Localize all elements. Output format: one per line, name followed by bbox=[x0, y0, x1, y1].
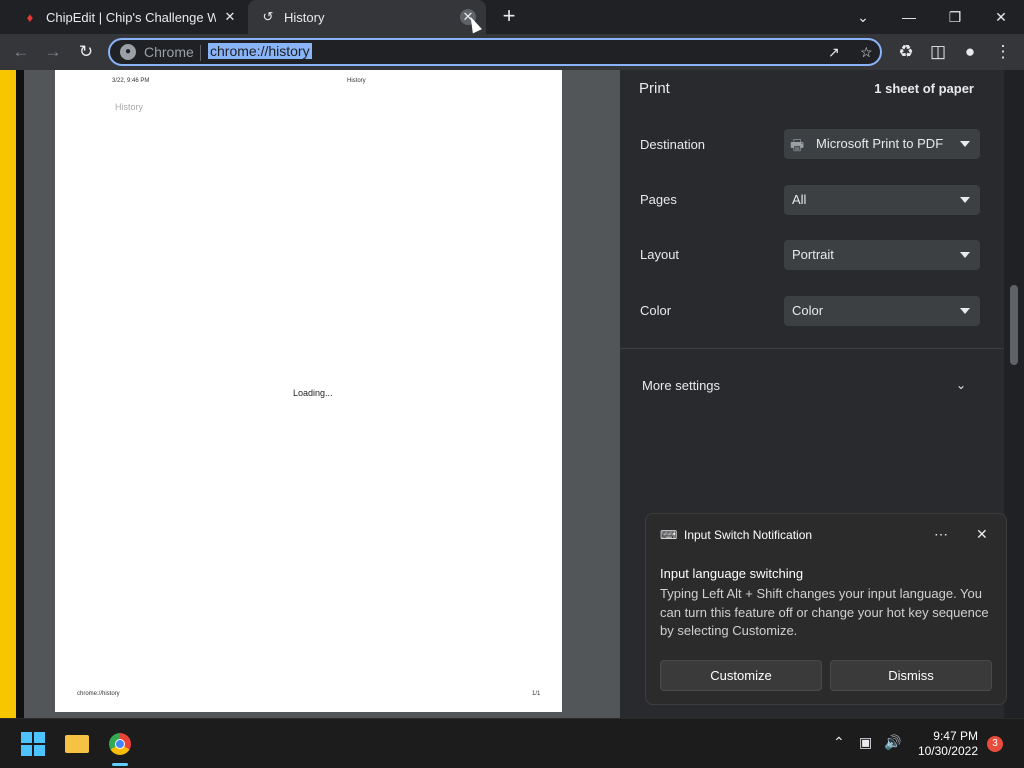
network-icon[interactable]: ▣ bbox=[859, 734, 872, 751]
tab-chipedit[interactable]: ♦ ChipEdit | Chip's Challenge Wiki | F ✕ bbox=[10, 0, 248, 34]
preview-sheet: 3/22, 9:46 PM History History Loading...… bbox=[55, 70, 562, 712]
chevron-down-icon[interactable]: ⌄ bbox=[840, 0, 886, 34]
clock[interactable]: 9:47 PM 10/30/2022 bbox=[910, 729, 978, 759]
active-app-indicator bbox=[112, 763, 128, 766]
caret-icon bbox=[960, 141, 970, 147]
pages-label: Pages bbox=[640, 192, 677, 207]
back-icon[interactable]: ← bbox=[8, 39, 34, 65]
page-scrollbar[interactable] bbox=[1004, 70, 1024, 718]
forward-icon[interactable]: → bbox=[40, 39, 66, 65]
profile-icon[interactable]: ● bbox=[957, 39, 983, 65]
tab-strip: ♦ ChipEdit | Chip's Challenge Wiki | F ✕… bbox=[0, 0, 1024, 34]
new-tab-button[interactable]: + bbox=[498, 5, 520, 28]
sheet-count: 1 sheet of paper bbox=[874, 81, 974, 96]
more-options-icon[interactable]: ⋯ bbox=[934, 526, 948, 543]
more-settings-toggle[interactable]: More settings bbox=[642, 378, 720, 393]
color-select[interactable]: Color bbox=[784, 296, 980, 326]
caret-icon bbox=[960, 252, 970, 258]
file-explorer-button[interactable] bbox=[64, 731, 90, 757]
tab-history[interactable]: ↺ History ✕ bbox=[248, 0, 486, 34]
windows-icon bbox=[21, 732, 45, 756]
sheet-header-title: History bbox=[347, 78, 366, 84]
omnibox-separator bbox=[200, 45, 201, 61]
layout-value: Portrait bbox=[792, 247, 834, 262]
color-value: Color bbox=[792, 303, 824, 318]
layout-label: Layout bbox=[640, 247, 680, 262]
close-tab-icon[interactable]: ✕ bbox=[222, 9, 238, 25]
start-button[interactable] bbox=[20, 731, 46, 757]
restore-icon[interactable]: ❐ bbox=[932, 0, 978, 34]
taskbar: ⌃ ▣ 🔊 9:47 PM 10/30/2022 3 bbox=[0, 718, 1024, 768]
volume-icon[interactable]: 🔊 bbox=[884, 734, 901, 751]
notification-body: Typing Left Alt + Shift changes your inp… bbox=[660, 586, 989, 638]
tab-title: History bbox=[284, 9, 325, 25]
destination-value: Microsoft Print to PDF bbox=[816, 136, 944, 151]
sheet-footer-url: chrome://history bbox=[77, 691, 120, 697]
customize-button[interactable]: Customize bbox=[660, 660, 822, 691]
pages-value: All bbox=[792, 192, 807, 207]
chrome-icon bbox=[109, 733, 131, 755]
clock-date: 10/30/2022 bbox=[917, 744, 978, 758]
reload-icon[interactable]: ↻ bbox=[73, 39, 99, 65]
browser-toolbar: ← → ↻ ● Chrome chrome://history ↗ ☆ ♻ ◫ … bbox=[0, 34, 1024, 70]
share-icon[interactable]: ↗ bbox=[828, 44, 840, 61]
omnibox-chip: Chrome bbox=[144, 44, 194, 60]
notification-app-name: Input Switch Notification bbox=[684, 528, 813, 542]
print-title: Print bbox=[639, 80, 670, 97]
notification-badge[interactable]: 3 bbox=[987, 736, 1003, 752]
printer-icon: 🖶 bbox=[790, 137, 805, 154]
folder-icon bbox=[65, 735, 89, 753]
address-bar[interactable]: ● Chrome chrome://history ↗ ☆ bbox=[108, 38, 882, 66]
close-icon[interactable]: ✕ bbox=[978, 0, 1024, 34]
star-icon[interactable]: ☆ bbox=[860, 44, 873, 61]
chrome-taskbar-button[interactable] bbox=[107, 731, 133, 757]
close-icon[interactable]: ✕ bbox=[976, 526, 988, 543]
divider bbox=[620, 348, 1004, 349]
layout-select[interactable]: Portrait bbox=[784, 240, 980, 270]
minimize-icon[interactable]: — bbox=[886, 0, 932, 34]
sheet-header-date: 3/22, 9:46 PM bbox=[112, 78, 150, 84]
tab-title: ChipEdit | Chip's Challenge Wiki | F bbox=[46, 9, 216, 25]
background-page-edge bbox=[16, 70, 24, 718]
notification-heading: Input language switching bbox=[660, 566, 804, 581]
pages-select[interactable]: All bbox=[784, 185, 980, 215]
url-text[interactable]: chrome://history bbox=[208, 43, 312, 59]
sheet-footer-page: 1/1 bbox=[532, 691, 541, 697]
keyboard-icon: ⌨ bbox=[660, 528, 678, 542]
color-label: Color bbox=[640, 303, 672, 318]
history-icon: ↺ bbox=[262, 9, 274, 24]
caret-icon bbox=[960, 197, 970, 203]
chevron-up-icon[interactable]: ⌃ bbox=[833, 734, 845, 751]
dismiss-button[interactable]: Dismiss bbox=[830, 660, 992, 691]
chrome-icon: ● bbox=[120, 44, 136, 60]
sheet-title: History bbox=[115, 102, 144, 112]
extensions-icon[interactable]: ♻ bbox=[893, 39, 919, 65]
chevron-down-icon[interactable]: ⌄ bbox=[956, 378, 966, 392]
caret-icon bbox=[960, 308, 970, 314]
menu-icon[interactable]: ⋮ bbox=[990, 39, 1016, 65]
flame-icon: ♦ bbox=[26, 9, 34, 25]
scroll-thumb[interactable] bbox=[1010, 285, 1018, 365]
destination-select[interactable]: 🖶 Microsoft Print to PDF bbox=[784, 129, 980, 159]
destination-label: Destination bbox=[640, 137, 706, 152]
side-panel-icon[interactable]: ◫ bbox=[925, 39, 951, 65]
input-switch-notification: ⌨ Input Switch Notification ⋯ ✕ Input la… bbox=[645, 513, 1007, 705]
loading-text: Loading... bbox=[293, 388, 333, 398]
background-page-strip bbox=[0, 70, 16, 718]
clock-time: 9:47 PM bbox=[933, 729, 978, 743]
